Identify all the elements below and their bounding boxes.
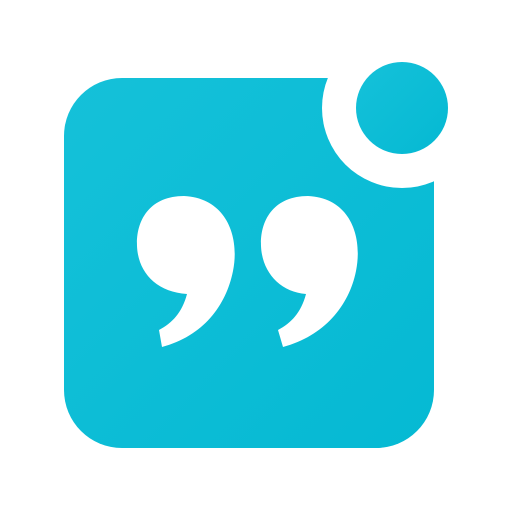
app-icon-canvas	[0, 0, 512, 512]
quote-app-icon[interactable]	[0, 0, 512, 512]
notification-dot-icon	[356, 62, 448, 154]
